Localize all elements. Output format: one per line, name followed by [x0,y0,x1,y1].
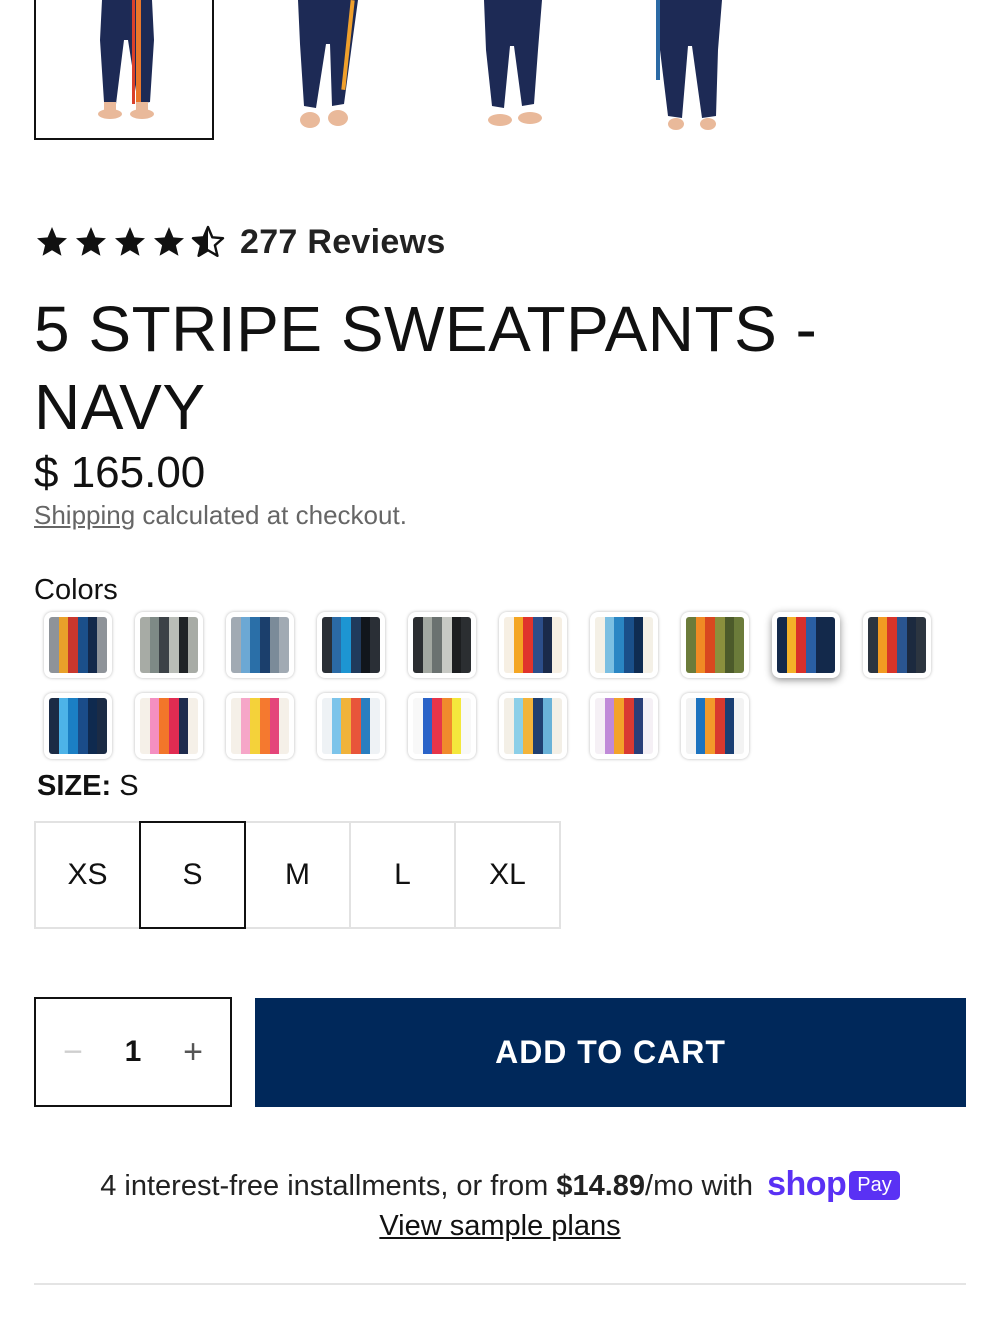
color-swatch[interactable] [317,693,385,759]
installments-suffix: /mo with [645,1170,762,1202]
swatch-stripes [49,698,107,754]
color-swatch[interactable] [681,612,749,678]
color-swatch[interactable] [44,693,112,759]
swatch-stripes [231,698,289,754]
view-sample-plans-link[interactable]: View sample plans [379,1210,620,1242]
color-swatch[interactable] [681,693,749,759]
add-to-cart-button[interactable]: ADD TO CART [255,998,966,1107]
shipping-link[interactable]: Shipping [34,500,135,530]
swatch-stripes [322,698,380,754]
reviews-count[interactable]: 277 Reviews [240,223,446,262]
size-option-xs[interactable]: XS [34,821,141,929]
shipping-note-text: calculated at checkout. [135,500,407,530]
swatch-stripes [504,698,562,754]
view-sample-plans: View sample plans [0,1210,1000,1243]
installments-prefix: 4 interest-free installments, or from [100,1170,557,1202]
thumbnail-back[interactable] [604,0,784,140]
sweatpants-side-image [298,0,358,128]
star-full-icon [115,227,145,256]
size-label-key: SIZE: [37,770,112,802]
swatch-stripes [413,698,471,754]
thumbnail-front[interactable] [34,0,214,140]
color-swatch[interactable] [772,612,840,678]
shop-pay-logo: shop [767,1165,847,1203]
swatch-stripes [686,617,744,673]
color-swatch[interactable] [226,612,294,678]
swatch-stripes [140,698,198,754]
color-swatch[interactable] [863,612,931,678]
size-selected-value: S [119,770,139,802]
swatch-stripes [413,617,471,673]
star-full-icon [154,227,184,256]
size-option-l[interactable]: L [349,821,456,929]
divider [34,1283,966,1285]
swatch-stripes [504,617,562,673]
swatch-stripes [140,617,198,673]
size-option-s[interactable]: S [139,821,246,929]
quantity-decrease-button[interactable]: − [58,1033,88,1072]
color-swatch[interactable] [135,693,203,759]
shipping-note: Shipping calculated at checkout. [34,500,407,531]
sweatpants-back-image [656,0,722,130]
star-half-icon [191,225,225,257]
swatch-stripes [231,617,289,673]
rating-stars [34,224,226,260]
color-swatch[interactable] [408,612,476,678]
size-option-xl[interactable]: XL [454,821,561,929]
thumbnail-side[interactable] [234,0,414,140]
sweatpants-front-image [98,0,154,119]
color-swatch[interactable] [590,612,658,678]
quantity-value[interactable]: 1 [125,1035,142,1069]
swatch-stripes [595,698,653,754]
quantity-increase-button[interactable]: + [178,1033,208,1072]
size-label: SIZE: S [37,770,139,803]
color-swatch[interactable] [590,693,658,759]
star-full-icon [76,227,106,256]
size-options: XS S M L XL [34,821,561,929]
product-rating[interactable]: 277 Reviews [34,222,446,262]
sweatpants-front-alt-image [484,0,542,126]
swatch-stripes [868,617,926,673]
thumbnail-gallery [0,0,1000,140]
thumbnail-front-alt[interactable] [424,0,604,140]
product-title: 5 STRIPE SWEATPANTS - NAVY [34,293,818,443]
color-swatch[interactable] [499,693,567,759]
size-option-m[interactable]: M [244,821,351,929]
color-swatch[interactable] [499,612,567,678]
color-swatch[interactable] [226,693,294,759]
product-price: $ 165.00 [34,448,206,497]
color-swatch[interactable] [408,693,476,759]
installments-amount: $14.89 [556,1170,646,1202]
swatch-stripes [595,617,653,673]
color-swatch[interactable] [135,612,203,678]
colors-label: Colors [34,574,118,606]
swatch-stripes [322,617,380,673]
color-swatch[interactable] [44,612,112,678]
swatch-stripes [777,617,835,673]
swatch-stripes [49,617,107,673]
quantity-stepper: − 1 + [34,997,232,1107]
star-full-icon [37,227,67,256]
color-swatch[interactable] [317,612,385,678]
swatch-stripes [686,698,744,754]
shop-pay-installments: 4 interest-free installments, or from $1… [0,1165,1000,1204]
shop-pay-badge: Pay [849,1171,900,1200]
